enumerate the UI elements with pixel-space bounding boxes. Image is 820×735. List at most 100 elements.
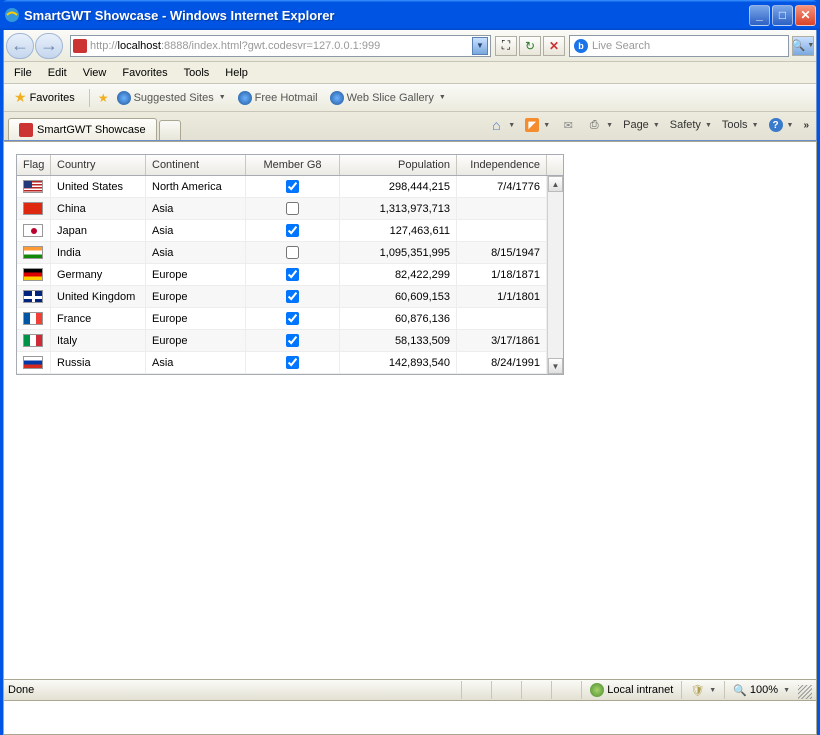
g8-checkbox[interactable] [286,180,299,193]
page-menu[interactable]: Page▼ [620,118,663,132]
cell-country: India [51,242,146,263]
col-flag[interactable]: Flag [17,155,51,175]
print-button[interactable]: ⎙▼ [583,116,616,134]
tools-menu[interactable]: Tools▼ [719,118,762,132]
cell-population: 127,463,611 [340,220,457,241]
cell-independence: 1/18/1871 [457,264,547,285]
bing-icon: b [574,39,588,53]
cell-population: 142,893,540 [340,352,457,373]
back-button[interactable]: ← [6,33,34,59]
table-row[interactable]: IndiaAsia1,095,351,9958/15/1947 [17,242,563,264]
g8-checkbox[interactable] [286,290,299,303]
page-content: Flag Country Continent Member G8 Populat… [3,141,817,735]
cell-continent: Asia [146,352,246,373]
menu-view[interactable]: View [75,65,115,81]
web-slice-link[interactable]: Web Slice Gallery ▼ [326,90,450,106]
g8-checkbox[interactable] [286,246,299,259]
col-population[interactable]: Population [340,155,457,175]
address-dropdown[interactable]: ▼ [472,37,488,55]
g8-checkbox[interactable] [286,268,299,281]
grid-scrollbar[interactable]: ▲ ▼ [547,176,563,374]
favorites-bar: ★ Favorites ★ Suggested Sites ▼ Free Hot… [4,84,816,112]
col-continent[interactable]: Continent [146,155,246,175]
cell-g8 [246,330,340,351]
zoom-button[interactable]: 🔍 100% ▼ [724,681,798,699]
safety-menu[interactable]: Safety▼ [667,118,715,132]
table-row[interactable]: United KingdomEurope60,609,1531/1/1801 [17,286,563,308]
address-input[interactable]: http://localhost:8888/index.html?gwt.cod… [70,35,491,57]
overflow-button[interactable]: » [800,119,812,132]
search-input[interactable]: b Live Search [569,35,789,57]
table-row[interactable]: RussiaAsia142,893,5408/24/1991 [17,352,563,374]
home-button[interactable]: ⌂▼ [485,116,518,134]
menu-tools[interactable]: Tools [176,65,218,81]
g8-checkbox[interactable] [286,334,299,347]
countries-grid: Flag Country Continent Member G8 Populat… [16,154,564,375]
read-mail-button[interactable]: ✉ [557,116,579,134]
col-country[interactable]: Country [51,155,146,175]
table-row[interactable]: ChinaAsia1,313,973,713 [17,198,563,220]
scroll-up-button[interactable]: ▲ [548,176,563,192]
menu-file[interactable]: File [6,65,40,81]
new-tab-button[interactable] [159,120,181,140]
search-button[interactable]: 🔍 ▼ [792,36,814,56]
g8-checkbox[interactable] [286,356,299,369]
col-g8[interactable]: Member G8 [246,155,340,175]
stop-button[interactable]: ✕ [543,36,565,56]
flag-icon [23,290,43,303]
g8-checkbox[interactable] [286,224,299,237]
globe-icon [590,683,604,697]
mail-icon: ✉ [560,117,576,133]
tab-smartgwt[interactable]: SmartGWT Showcase [8,118,157,140]
cell-population: 82,422,299 [340,264,457,285]
table-row[interactable]: GermanyEurope82,422,2991/18/1871 [17,264,563,286]
cell-independence [457,220,547,241]
flag-icon [23,246,43,259]
table-row[interactable]: JapanAsia127,463,611 [17,220,563,242]
cell-population: 298,444,215 [340,176,457,197]
flag-icon [23,180,43,193]
suggested-sites-link[interactable]: Suggested Sites ▼ [113,90,230,106]
table-row[interactable]: ItalyEurope58,133,5093/17/1861 [17,330,563,352]
cell-continent: North America [146,176,246,197]
feeds-button[interactable]: ◤▼ [522,117,553,133]
favorites-button[interactable]: ★ Favorites [8,87,81,108]
cell-g8 [246,198,340,219]
cell-g8 [246,264,340,285]
cell-g8 [246,352,340,373]
url-text: http://localhost:8888/index.html?gwt.cod… [90,40,470,52]
status-seg [521,681,551,699]
minimize-button[interactable]: _ [749,5,770,26]
menu-favorites[interactable]: Favorites [114,65,175,81]
cell-continent: Europe [146,286,246,307]
add-fav-icon[interactable]: ★ [98,91,109,105]
forward-button[interactable]: → [35,33,63,59]
cell-continent: Asia [146,198,246,219]
chevron-down-icon: ▼ [219,94,226,101]
help-button[interactable]: ?▼ [766,117,797,133]
resize-grip[interactable] [798,685,812,699]
compat-button[interactable]: ⛶ [495,36,517,56]
status-text: Done [8,684,461,696]
menu-help[interactable]: Help [217,65,256,81]
g8-checkbox[interactable] [286,312,299,325]
cell-g8 [246,220,340,241]
status-zone[interactable]: Local intranet [581,681,681,699]
g8-checkbox[interactable] [286,202,299,215]
protected-mode[interactable]: 🛡 ▼ [681,681,724,699]
ie-icon [238,91,252,105]
cell-flag [17,198,51,219]
scroll-down-button[interactable]: ▼ [548,358,563,374]
col-independence[interactable]: Independence [457,155,547,175]
cell-continent: Europe [146,308,246,329]
maximize-button[interactable]: □ [772,5,793,26]
cell-flag [17,242,51,263]
menu-edit[interactable]: Edit [40,65,75,81]
status-seg [551,681,581,699]
refresh-button[interactable]: ↻ [519,36,541,56]
table-row[interactable]: FranceEurope60,876,136 [17,308,563,330]
close-button[interactable]: ✕ [795,5,816,26]
free-hotmail-link[interactable]: Free Hotmail [234,90,322,106]
cell-continent: Europe [146,264,246,285]
table-row[interactable]: United StatesNorth America298,444,2157/4… [17,176,563,198]
